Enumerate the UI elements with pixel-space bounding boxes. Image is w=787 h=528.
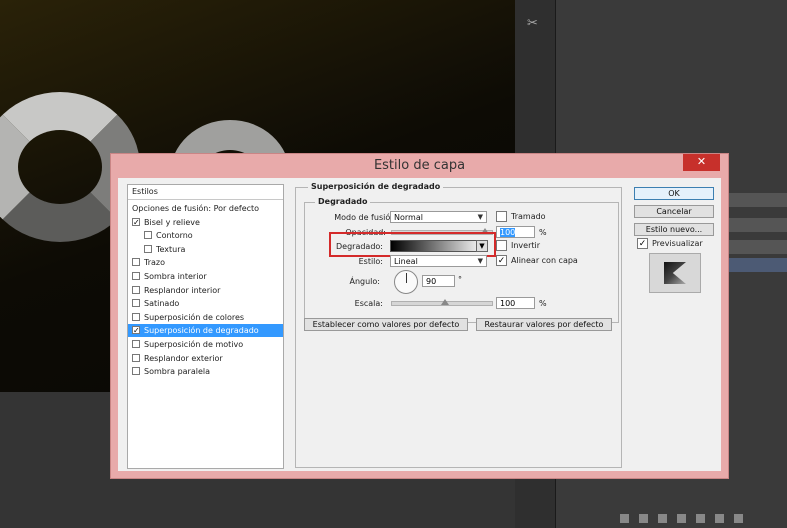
angle-label: Ángulo: [349, 277, 380, 286]
style-item-checkbox[interactable] [144, 244, 152, 253]
style-item[interactable]: Contorno [128, 229, 283, 242]
link-icon[interactable] [620, 514, 629, 523]
style-item-label: Opciones de fusión: Por defecto [132, 204, 260, 213]
chevron-down-icon: ▼ [477, 213, 483, 221]
style-item[interactable]: Superposición de motivo [128, 338, 283, 351]
style-item-checkbox[interactable] [132, 340, 140, 348]
reverse-label: Invertir [511, 241, 541, 250]
style-item-label: Superposición de motivo [144, 340, 244, 349]
style-item-label: Superposición de degradado [144, 326, 259, 336]
layers-panel-row[interactable] [728, 193, 787, 207]
scale-label: Escala: [354, 299, 383, 308]
dither-checkbox[interactable] [496, 211, 507, 222]
style-item[interactable]: ✓ Bisel y relieve [128, 216, 283, 229]
adjustment-icon[interactable] [677, 514, 686, 523]
style-item-checkbox[interactable] [132, 312, 140, 321]
style-item-label: Resplandor interior [144, 285, 221, 295]
style-preview-icon [664, 262, 686, 284]
style-item-checkbox[interactable]: ✓ [132, 217, 140, 226]
style-item-label: Sombra paralela [144, 367, 211, 377]
style-item[interactable]: Resplandor exterior [128, 352, 283, 365]
style-item-label: Contorno [156, 231, 193, 241]
style-item[interactable]: ✓ Superposición de degradado [128, 324, 283, 338]
style-item-checkbox[interactable] [132, 299, 140, 308]
style-item[interactable]: Opciones de fusión: Por defecto [128, 202, 283, 215]
style-item-label: Trazo [144, 258, 165, 268]
style-item-checkbox[interactable] [132, 367, 140, 376]
new-style-button[interactable]: Estilo nuevo... [634, 223, 714, 236]
style-item-label: Resplandor exterior [144, 353, 223, 363]
align-with-layer-label: Alinear con capa [511, 256, 578, 265]
angle-dial[interactable] [394, 270, 418, 294]
scale-unit: % [539, 299, 547, 308]
style-item-checkbox[interactable] [132, 272, 140, 280]
opacity-value: 100 [500, 228, 516, 237]
style-item[interactable]: Trazo [128, 256, 283, 269]
style-item-checkbox[interactable] [132, 258, 140, 267]
scale-field[interactable]: 100 [496, 297, 535, 309]
chevron-down-icon: ▼ [477, 257, 483, 265]
mask-icon[interactable] [658, 514, 667, 523]
style-value: Lineal [394, 257, 418, 266]
style-item-label: Superposición de colores [144, 312, 245, 322]
reset-default-button[interactable]: Restaurar valores por defecto [476, 318, 612, 331]
style-item[interactable]: Sombra interior [128, 270, 283, 283]
layers-panel-row[interactable] [728, 240, 787, 254]
scale-slider-thumb[interactable] [441, 299, 449, 305]
styles-list: Estilos Opciones de fusión: Por defecto ✓… [127, 184, 284, 469]
dither-label: Tramado [511, 212, 546, 221]
new-layer-icon[interactable] [715, 514, 724, 523]
layers-panel-row[interactable] [728, 218, 787, 232]
gradient-highlight-box [329, 232, 496, 257]
ok-button[interactable]: OK [634, 187, 714, 200]
opacity-field[interactable]: 100 [496, 226, 535, 238]
close-button[interactable]: ✕ [683, 154, 720, 171]
dialog-title: Estilo de capa [373, 158, 466, 173]
angle-field[interactable]: 90 [422, 275, 455, 287]
angle-unit: ° [458, 275, 462, 284]
style-item[interactable]: Resplandor interior [128, 284, 283, 297]
trash-icon[interactable] [734, 514, 743, 523]
style-item-checkbox[interactable] [132, 353, 140, 362]
style-item-checkbox[interactable] [144, 231, 152, 240]
style-item[interactable]: Textura [128, 243, 283, 256]
cancel-button[interactable]: Cancelar [634, 205, 714, 218]
style-item-label: Satinado [144, 299, 180, 309]
folder-icon[interactable] [696, 514, 705, 523]
style-item-label: Textura [156, 244, 186, 254]
blend-mode-value: Normal [394, 213, 423, 222]
subgroup-title: Degradado [315, 197, 371, 206]
preview-checkbox[interactable]: ✓ [637, 238, 648, 249]
style-item-checkbox[interactable] [132, 285, 140, 294]
layer-style-dialog: Estilo de capa ✕ Estilos Opciones de fus… [110, 153, 729, 479]
opacity-unit: % [539, 228, 547, 237]
layers-panel-row-selected[interactable] [728, 258, 787, 272]
scissors-icon[interactable]: ✂ [527, 16, 538, 31]
style-preview-thumbnail [649, 253, 701, 293]
style-item-checkbox[interactable]: ✓ [132, 326, 140, 335]
fx-icon[interactable] [639, 514, 648, 523]
blend-mode-select[interactable]: Normal ▼ [390, 211, 487, 223]
group-title: Superposición de degradado [308, 182, 444, 191]
preview-label: Previsualizar [652, 239, 703, 248]
style-item-label: Bisel y relieve [144, 217, 200, 227]
make-default-button[interactable]: Establecer como valores por defecto [304, 318, 468, 331]
style-select[interactable]: Lineal ▼ [390, 255, 487, 267]
style-label: Estilo: [358, 257, 383, 266]
align-with-layer-checkbox[interactable]: ✓ [496, 255, 507, 266]
style-item[interactable]: Satinado [128, 297, 283, 310]
style-item[interactable]: Sombra paralela [128, 365, 283, 378]
style-item-label: Sombra interior [144, 272, 207, 281]
dialog-body: Estilos Opciones de fusión: Por defecto ✓… [118, 178, 721, 471]
reverse-checkbox[interactable] [496, 240, 507, 251]
style-item[interactable]: Superposición de colores [128, 311, 283, 324]
blend-mode-label: Modo de fusión: [334, 213, 398, 222]
styles-list-header[interactable]: Estilos [128, 185, 283, 200]
layers-panel-footer [620, 514, 787, 526]
